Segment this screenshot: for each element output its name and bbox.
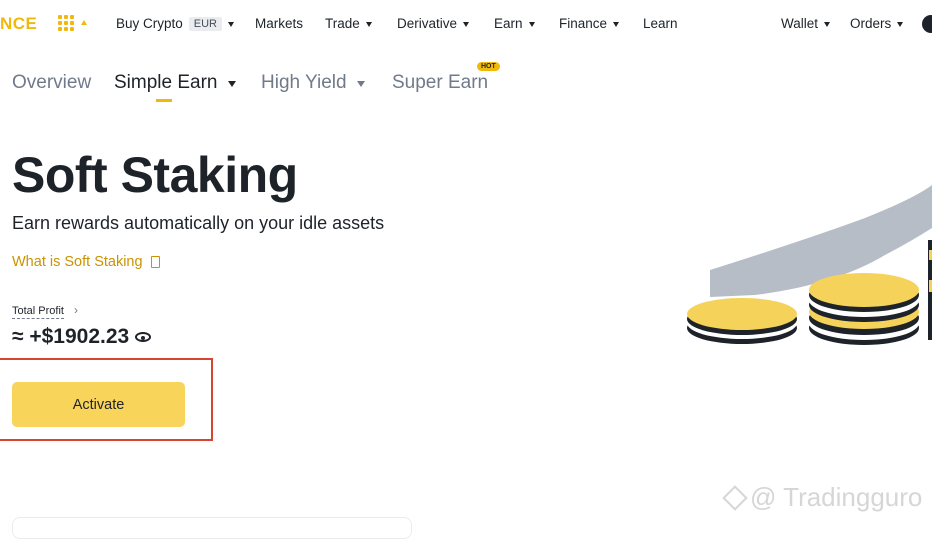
nav-finance-label: Finance	[559, 16, 608, 31]
tab-super-earn[interactable]: Super Earn	[392, 72, 488, 94]
nav-buy-crypto-label: Buy Crypto	[116, 16, 183, 31]
nav-earn[interactable]: Earn	[494, 16, 535, 31]
nav-orders[interactable]: Orders	[850, 16, 904, 31]
total-profit-label[interactable]: Total Profit	[12, 305, 64, 319]
nav-orders-label: Orders	[850, 16, 892, 31]
caret-down-icon	[824, 21, 831, 27]
user-icon[interactable]	[922, 15, 932, 33]
tab-overview[interactable]: Overview	[12, 72, 91, 94]
caret-down-icon	[356, 80, 365, 87]
active-tab-indicator	[156, 99, 172, 102]
watermark-text: @ Tradingguro	[750, 482, 923, 512]
nav-learn-label: Learn	[643, 16, 678, 31]
caret-down-icon	[365, 21, 372, 27]
caret-down-icon	[463, 21, 470, 27]
hot-badge: HOT	[477, 62, 500, 71]
brand-logo[interactable]: NCE	[0, 14, 37, 34]
coin-stack-edge	[928, 240, 932, 340]
nav-wallet-label: Wallet	[781, 16, 819, 31]
top-navigation: NCE Buy Crypto EUR Markets Trade Derivat…	[0, 0, 932, 48]
caret-down-icon	[897, 21, 904, 27]
what-is-soft-staking-link[interactable]: What is Soft Staking	[12, 254, 160, 270]
watermark-logo-icon	[722, 484, 748, 511]
coin-stack-left	[687, 298, 797, 344]
page-title: Soft Staking	[12, 147, 298, 203]
caret-down-icon	[228, 21, 235, 27]
tab-high-yield[interactable]: High Yield	[261, 72, 365, 94]
tab-high-yield-label: High Yield	[261, 72, 347, 93]
nav-trade-label: Trade	[325, 16, 360, 31]
book-icon	[150, 256, 160, 268]
nav-markets[interactable]: Markets	[255, 16, 303, 31]
bottom-card	[12, 517, 412, 539]
nav-learn[interactable]: Learn	[643, 16, 678, 31]
tab-simple-earn-label: Simple Earn	[114, 72, 218, 93]
coins-illustration	[687, 185, 932, 345]
tab-overview-label: Overview	[12, 72, 92, 93]
apps-grid-icon[interactable]	[58, 15, 74, 31]
caret-up-icon	[81, 20, 87, 25]
chevron-right-icon[interactable]: ›	[74, 303, 78, 317]
nav-finance[interactable]: Finance	[559, 16, 620, 31]
page-subtitle: Earn rewards automatically on your idle …	[12, 213, 385, 233]
eye-icon[interactable]	[135, 332, 152, 342]
total-profit-amount: ≈ +$1902.23	[12, 325, 130, 348]
what-is-soft-staking-label: What is Soft Staking	[12, 254, 143, 270]
currency-badge: EUR	[188, 16, 223, 31]
nav-derivative[interactable]: Derivative	[397, 16, 470, 31]
nav-wallet[interactable]: Wallet	[781, 16, 831, 31]
watermark: @ Tradingguro	[722, 482, 923, 513]
tab-super-earn-label: Super Earn	[392, 72, 489, 93]
caret-down-icon	[528, 21, 535, 27]
caret-down-icon	[227, 80, 236, 87]
nav-earn-label: Earn	[494, 16, 523, 31]
activate-button[interactable]: Activate	[12, 382, 185, 427]
nav-derivative-label: Derivative	[397, 16, 458, 31]
nav-markets-label: Markets	[255, 16, 304, 31]
total-profit-value: ≈ +$1902.23	[12, 325, 152, 349]
caret-down-icon	[613, 21, 620, 27]
coin-stack-right	[809, 273, 919, 345]
nav-buy-crypto[interactable]: Buy Crypto EUR	[116, 16, 235, 31]
tab-simple-earn[interactable]: Simple Earn	[114, 72, 236, 94]
nav-trade[interactable]: Trade	[325, 16, 372, 31]
